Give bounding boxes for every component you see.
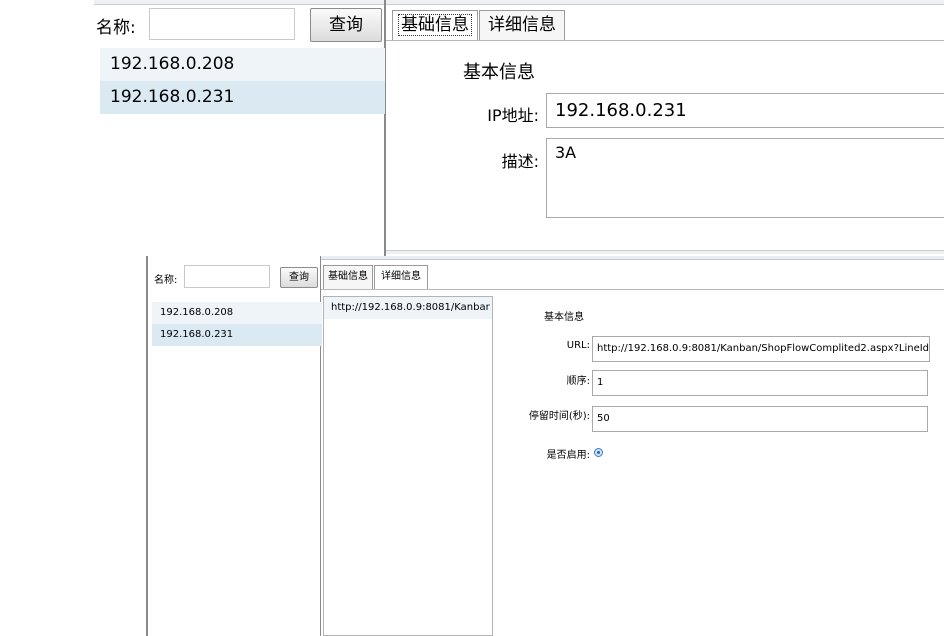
- order-label: 顺序:: [566, 376, 590, 387]
- description-field[interactable]: 3A: [546, 138, 944, 218]
- enabled-label: 是否启用:: [546, 450, 590, 461]
- tab-basic-info[interactable]: 基础信息: [323, 265, 373, 289]
- url-list: http://192.168.0.9:8081/Kanbar: [323, 296, 493, 636]
- section-title: 基本信息: [463, 62, 535, 83]
- stay-time-field[interactable]: 50: [592, 406, 928, 432]
- description-label: 描述:: [501, 152, 539, 171]
- tab-basic-info-label: 基础信息: [398, 14, 472, 36]
- name-label: 名称:: [96, 18, 136, 38]
- ip-address-field[interactable]: 192.168.0.231: [546, 93, 944, 128]
- list-item-selected[interactable]: 192.168.0.231: [152, 324, 322, 346]
- url-label: URL:: [566, 340, 590, 351]
- window-bottom-strip: [386, 250, 944, 254]
- foreground-window: 名称: 查询 192.168.0.208 192.168.0.231 基础信息 …: [146, 256, 944, 636]
- ip-list: 192.168.0.208 192.168.0.231: [152, 302, 322, 346]
- section-title: 基本信息: [544, 312, 584, 323]
- url-field[interactable]: http://192.168.0.9:8081/Kanban/ShopFlowC…: [592, 336, 930, 362]
- url-list-item[interactable]: http://192.168.0.9:8081/Kanbar: [324, 297, 492, 319]
- list-item[interactable]: 192.168.0.208: [100, 48, 385, 81]
- query-button[interactable]: 查询: [280, 267, 318, 288]
- order-field[interactable]: 1: [592, 370, 928, 396]
- left-panel: 名称: 查询 192.168.0.208 192.168.0.231: [146, 256, 322, 636]
- stay-time-label: 停留时间(秒):: [528, 411, 590, 422]
- tab-basic-info[interactable]: 基础信息: [392, 10, 478, 40]
- list-item-selected[interactable]: 192.168.0.231: [100, 81, 385, 114]
- enabled-radio[interactable]: [594, 448, 603, 457]
- name-search-input[interactable]: [184, 265, 270, 288]
- ip-label: IP地址:: [487, 106, 539, 125]
- ip-list: 192.168.0.208 192.168.0.231: [100, 48, 385, 114]
- query-button[interactable]: 查询: [310, 8, 382, 42]
- tab-bar: 基础信息 详细信息: [386, 5, 944, 41]
- tab-detail-info[interactable]: 详细信息: [374, 265, 428, 289]
- list-item[interactable]: 192.168.0.208: [152, 302, 322, 324]
- tab-detail-info[interactable]: 详细信息: [479, 10, 565, 40]
- tab-bar: 基础信息 详细信息: [321, 260, 944, 290]
- radio-dot-icon: [597, 451, 600, 454]
- name-search-input[interactable]: [149, 8, 295, 40]
- name-label: 名称:: [154, 275, 178, 286]
